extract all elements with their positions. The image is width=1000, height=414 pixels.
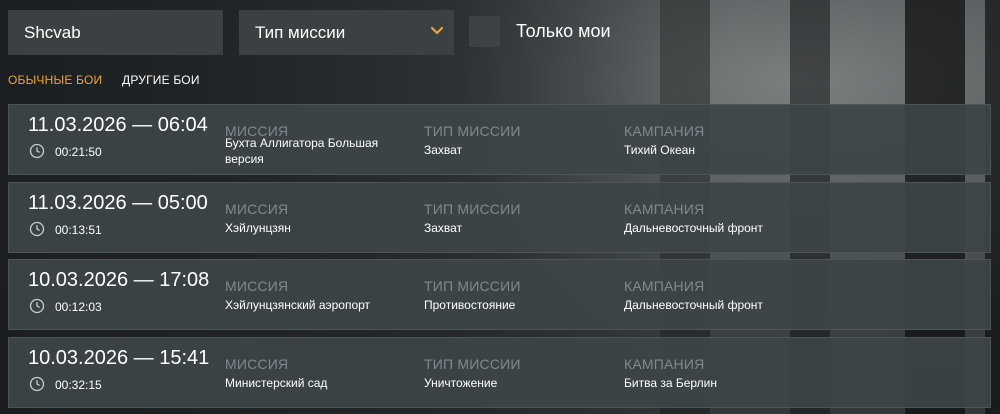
mission-type-header: ТИП МИССИИ	[424, 123, 521, 139]
mission-value: Хэйлунцзян	[225, 221, 291, 235]
clock-icon	[29, 298, 45, 314]
only-mine-checkbox[interactable]	[469, 16, 500, 47]
battle-datetime: 11.03.2026 — 05:00	[28, 192, 208, 214]
mission-type-select-value: Тип миссии	[255, 22, 346, 42]
clock-icon	[29, 376, 45, 392]
clock-icon	[29, 221, 45, 237]
tab-regular-battles[interactable]: ОБЫЧНЫЕ БОИ	[8, 73, 102, 87]
battle-history-panel: Тип миссии Только мои ОБЫЧНЫЕ БОИ ДРУГИЕ…	[0, 0, 1000, 414]
battle-card[interactable]: 10.03.2026 — 15:41 00:32:15 МИССИЯ Минис…	[8, 337, 991, 408]
battle-duration: 00:32:15	[55, 378, 102, 392]
mission-type-value: Уничтожение	[424, 376, 498, 390]
campaign-header: КАМПАНИЯ	[624, 123, 705, 139]
battle-duration: 00:12:03	[55, 300, 102, 314]
clock-icon	[29, 143, 45, 159]
only-mine-label[interactable]: Только мои	[516, 21, 611, 42]
mission-header: МИССИЯ	[225, 356, 289, 372]
battle-card[interactable]: 11.03.2026 — 05:00 00:13:51 МИССИЯ Хэйлу…	[8, 182, 991, 253]
mission-header: МИССИЯ	[225, 201, 289, 217]
mission-type-value: Захват	[424, 143, 463, 157]
mission-value: Хэйлунцзянский аэропорт	[225, 298, 371, 312]
mission-type-value: Противостояние	[424, 298, 516, 312]
mission-type-header: ТИП МИССИИ	[424, 356, 521, 372]
battle-card[interactable]: 11.03.2026 — 06:04 00:21:50 МИССИЯ Бухта…	[8, 104, 991, 175]
campaign-value: Дальневосточный фронт	[624, 298, 763, 312]
mission-value: Бухта Аллигатора Большая версия	[225, 136, 379, 166]
battle-datetime: 10.03.2026 — 17:08	[28, 269, 210, 291]
mission-type-header: ТИП МИССИИ	[424, 201, 521, 217]
campaign-header: КАМПАНИЯ	[624, 356, 705, 372]
chevron-down-icon	[430, 26, 444, 35]
campaign-header: КАМПАНИЯ	[624, 278, 705, 294]
tab-other-battles[interactable]: ДРУГИЕ БОИ	[122, 73, 200, 87]
search-input[interactable]	[8, 10, 223, 55]
campaign-value: Тихий Океан	[624, 143, 695, 157]
campaign-value: Битва за Берлин	[624, 376, 717, 390]
mission-type-header: ТИП МИССИИ	[424, 278, 521, 294]
mission-value: Министерский сад	[225, 376, 328, 390]
campaign-header: КАМПАНИЯ	[624, 201, 705, 217]
battle-card[interactable]: 10.03.2026 — 17:08 00:12:03 МИССИЯ Хэйлу…	[8, 259, 991, 330]
battle-datetime: 10.03.2026 — 15:41	[28, 347, 210, 369]
campaign-value: Дальневосточный фронт	[624, 221, 763, 235]
mission-header: МИССИЯ	[225, 278, 289, 294]
mission-type-value: Захват	[424, 221, 463, 235]
battle-duration: 00:13:51	[55, 223, 102, 237]
battle-datetime: 11.03.2026 — 06:04	[28, 114, 208, 136]
mission-type-select[interactable]: Тип миссии	[239, 10, 454, 55]
battle-duration: 00:21:50	[55, 145, 102, 159]
